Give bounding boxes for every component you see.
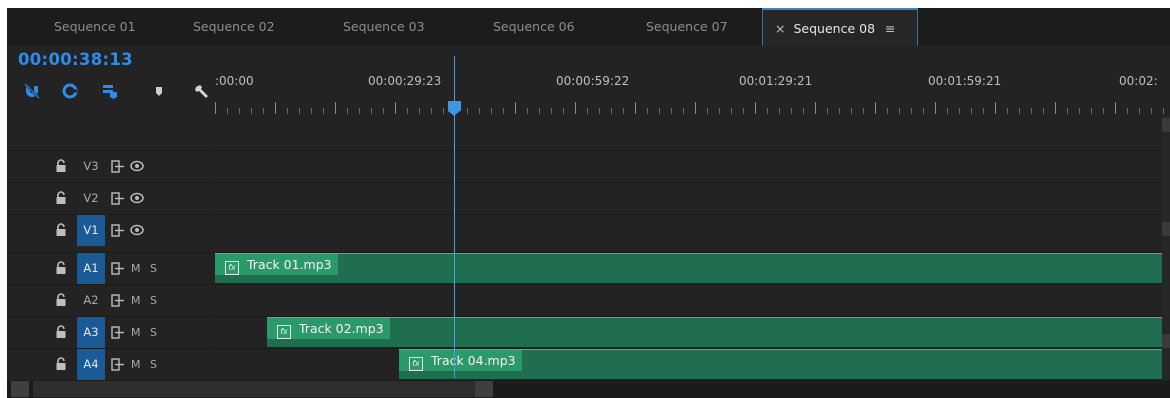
track-target-v1[interactable]: V1 — [77, 215, 105, 246]
sync-lock-icon[interactable] — [111, 294, 125, 307]
sync-lock-icon[interactable] — [111, 192, 125, 205]
sync-lock-icon[interactable] — [111, 262, 125, 275]
marker-icon[interactable] — [150, 82, 168, 100]
lock-icon[interactable] — [55, 261, 67, 275]
track-target-v3[interactable]: V3 — [77, 151, 105, 182]
sync-lock-icon[interactable] — [111, 326, 125, 339]
fx-badge-icon: fx — [409, 357, 423, 371]
playhead-timecode[interactable]: 00:00:38:13 — [18, 50, 133, 69]
sync-lock-icon[interactable] — [111, 224, 125, 237]
time-ruler[interactable]: :00:00 00:00:29:23 00:00:59:22 00:01:29:… — [215, 48, 1170, 114]
audio-scroll-knob-bottom[interactable] — [1162, 334, 1170, 348]
eye-icon[interactable] — [130, 160, 144, 172]
track-header-a4: A4 M S — [7, 348, 214, 385]
tab-sequence-03[interactable]: Sequence 03 — [343, 8, 425, 46]
panel-menu-icon[interactable]: ≡ — [885, 21, 895, 36]
track-target-v2[interactable]: V2 — [77, 183, 105, 214]
ruler-label: 00:01:29:21 — [739, 74, 813, 88]
lock-icon[interactable] — [55, 357, 67, 371]
tab-sequence-07[interactable]: Sequence 07 — [646, 8, 728, 46]
scroll-start-handle[interactable] — [11, 381, 29, 397]
wrench-icon[interactable] — [193, 82, 211, 100]
solo-button[interactable]: S — [150, 317, 157, 348]
eye-icon[interactable] — [130, 192, 144, 204]
tab-sequence-06[interactable]: Sequence 06 — [493, 8, 575, 46]
track-target-a3[interactable]: A3 — [77, 317, 105, 348]
playhead-handle[interactable] — [448, 101, 461, 116]
ruler-major-ticks — [215, 102, 1170, 114]
lock-icon[interactable] — [55, 159, 67, 173]
tab-label: Sequence 06 — [493, 19, 575, 34]
scroll-thumb[interactable] — [33, 381, 481, 397]
track-lanes[interactable]: fx Track 01.mp3 fx Track 02.mp3 fx Track 04… — [215, 114, 1170, 384]
tab-label: Sequence 07 — [646, 19, 728, 34]
track-lane-v1[interactable] — [215, 214, 1170, 246]
clip-header: fx Track 04.mp3 — [399, 350, 522, 371]
clip-header: fx Track 01.mp3 — [215, 254, 338, 275]
track-lane-a2[interactable] — [215, 284, 1170, 316]
audio-clip-track-01[interactable]: fx Track 01.mp3 — [215, 253, 1170, 283]
eye-icon[interactable] — [130, 224, 144, 236]
solo-button[interactable]: S — [150, 253, 157, 284]
clip-name: Track 04.mp3 — [431, 353, 516, 368]
track-header-a3: A3 M S — [7, 316, 214, 348]
timeline-panel: Sequence 01 Sequence 02 Sequence 03 Sequ… — [7, 8, 1170, 398]
sync-lock-icon[interactable] — [111, 358, 125, 371]
video-scroll-knob[interactable] — [1162, 118, 1170, 132]
tab-sequence-08[interactable]: × Sequence 08 ≡ — [762, 8, 918, 46]
ruler-label: 00:00:29:23 — [368, 74, 442, 88]
lock-icon[interactable] — [55, 325, 67, 339]
clip-name: Track 01.mp3 — [247, 257, 332, 272]
mute-button[interactable]: M — [131, 349, 141, 380]
tab-label: Sequence 03 — [343, 19, 425, 34]
audio-clip-track-02[interactable]: fx Track 02.mp3 — [267, 317, 1170, 347]
solo-button[interactable]: S — [150, 285, 157, 316]
scroll-end-handle[interactable] — [475, 381, 493, 397]
tab-label: Sequence 02 — [193, 19, 275, 34]
lock-icon[interactable] — [55, 293, 67, 307]
track-header-v3: V3 — [7, 150, 214, 182]
fx-badge-icon: fx — [277, 325, 291, 339]
track-header-v2: V2 — [7, 182, 214, 214]
track-headers: V3 V2 V1 A1 M S A2 M S A3 M S A4 M S — [7, 114, 214, 385]
lock-icon[interactable] — [55, 191, 67, 205]
track-lane-v2[interactable] — [215, 182, 1170, 214]
tab-sequence-02[interactable]: Sequence 02 — [193, 8, 275, 46]
clip-name: Track 02.mp3 — [299, 321, 384, 336]
snap-icon[interactable] — [23, 82, 41, 100]
sync-lock-icon[interactable] — [111, 160, 125, 173]
track-header-v1: V1 — [7, 214, 214, 246]
solo-button[interactable]: S — [150, 349, 157, 380]
tab-label: Sequence 01 — [54, 19, 136, 34]
tab-sequence-01[interactable]: Sequence 01 — [54, 8, 136, 46]
ruler-label: 00:01:59:21 — [928, 74, 1002, 88]
track-header-a1: A1 M S — [7, 252, 214, 284]
ruler-label: :00:00 — [215, 74, 254, 88]
mute-button[interactable]: M — [131, 317, 141, 348]
tab-label: Sequence 08 — [793, 21, 876, 36]
audio-clip-track-04[interactable]: fx Track 04.mp3 — [399, 349, 1170, 379]
fx-badge-icon: fx — [225, 261, 239, 275]
mute-button[interactable]: M — [131, 285, 141, 316]
mute-button[interactable]: M — [131, 253, 141, 284]
sequence-tab-bar: Sequence 01 Sequence 02 Sequence 03 Sequ… — [7, 8, 1170, 46]
add-marker-icon[interactable] — [101, 82, 119, 100]
ruler-label: 00:00:59:22 — [556, 74, 630, 88]
track-target-a1[interactable]: A1 — [77, 253, 105, 284]
audio-scroll-knob[interactable] — [1162, 222, 1170, 236]
lock-icon[interactable] — [55, 223, 67, 237]
clip-header: fx Track 02.mp3 — [267, 318, 390, 339]
linked-selection-icon[interactable] — [61, 82, 79, 100]
track-lane-v3[interactable] — [215, 150, 1170, 182]
track-target-a2[interactable]: A2 — [77, 285, 105, 316]
track-header-a2: A2 M S — [7, 284, 214, 316]
close-tab-icon[interactable]: × — [775, 21, 785, 36]
ruler-label: 00:02: — [1119, 74, 1158, 88]
horizontal-scrollbar[interactable] — [7, 380, 1170, 398]
